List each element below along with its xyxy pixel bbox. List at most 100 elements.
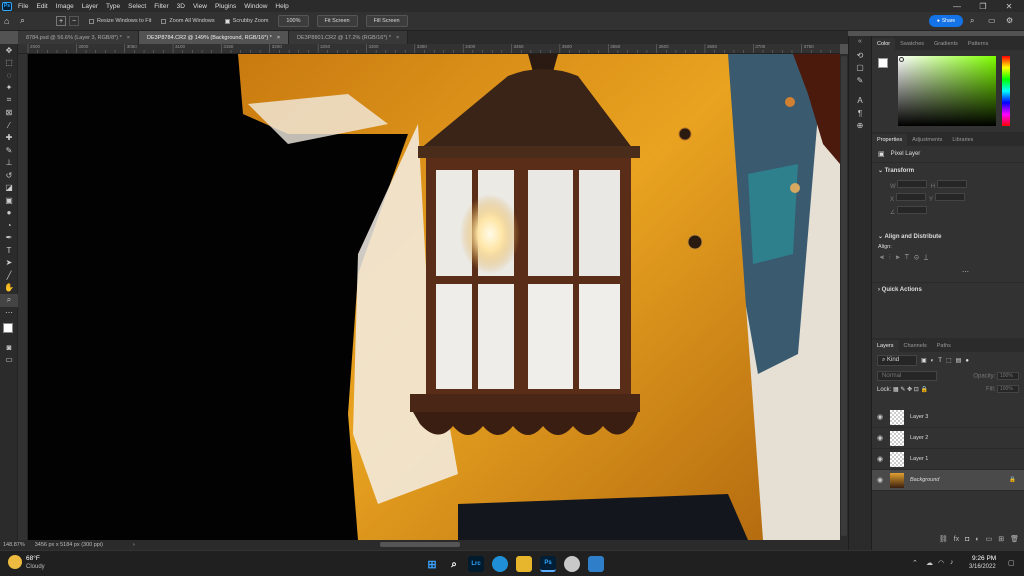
tab-libraries[interactable]: Libraries	[947, 134, 978, 146]
app-icon[interactable]	[564, 556, 580, 572]
tab-adjustments[interactable]: Adjustments	[907, 134, 947, 146]
align-center-icon[interactable]: ⫶	[889, 254, 896, 261]
tab-swatches[interactable]: Swatches	[895, 38, 929, 50]
close-tab-icon[interactable]: ×	[396, 35, 399, 41]
blend-mode-select[interactable]: Normal	[877, 371, 937, 381]
fit-screen-button[interactable]: Fit Screen	[316, 15, 358, 27]
clock-date[interactable]: 3/16/2022	[969, 564, 996, 570]
add-mask-icon[interactable]: ◘	[965, 536, 969, 543]
menu-3d[interactable]: 3D	[177, 3, 185, 10]
frame-tool-icon[interactable]: ⊠	[0, 107, 18, 120]
menu-edit[interactable]: Edit	[36, 3, 47, 10]
pen-tool-icon[interactable]: ✒	[0, 232, 18, 245]
healing-brush-tool-icon[interactable]: ✚	[0, 132, 18, 145]
more-tools-icon[interactable]: ⋯	[0, 307, 18, 320]
menu-image[interactable]: Image	[56, 3, 74, 10]
layer-kind-filter[interactable]: ⌕ Kind	[877, 355, 917, 366]
align-left-icon[interactable]: ⫷	[880, 254, 889, 261]
eye-icon[interactable]: ◉	[872, 455, 888, 463]
photoshop-logo[interactable]: Ps	[2, 1, 12, 11]
filter-pixel-icon[interactable]: ▣	[921, 357, 927, 364]
crop-tool-icon[interactable]: ⌗	[0, 94, 18, 107]
quick-actions-section-title[interactable]: › Quick Actions	[872, 282, 1024, 297]
brush-tool-icon[interactable]: ✎	[0, 144, 18, 157]
chevron-up-icon[interactable]: ⌃	[912, 559, 918, 567]
more-options-icon[interactable]: ⋯	[872, 266, 1024, 278]
eye-icon[interactable]: ◉	[872, 434, 888, 442]
menu-filter[interactable]: Filter	[154, 3, 168, 10]
menu-view[interactable]: View	[193, 3, 207, 10]
collapse-arrows-icon[interactable]: «	[849, 36, 871, 49]
tab-properties[interactable]: Properties	[872, 134, 908, 146]
settings-icon[interactable]: ⚙	[1006, 16, 1013, 25]
search-icon[interactable]: ⌕	[446, 556, 462, 572]
color-picker-cursor[interactable]	[899, 57, 904, 62]
menu-help[interactable]: Help	[275, 3, 288, 10]
foreground-color-swatch[interactable]	[3, 323, 13, 333]
lock-paint-icon[interactable]: ✎	[900, 387, 905, 393]
angle-field[interactable]	[897, 206, 928, 214]
cloud-icon[interactable]: ☁	[926, 559, 933, 567]
zoom-in-icon[interactable]: +	[56, 16, 66, 26]
filter-toggle-icon[interactable]: ●	[965, 358, 969, 364]
menu-select[interactable]: Select	[128, 3, 146, 10]
align-right-icon[interactable]: ⫸	[896, 254, 905, 261]
menu-file[interactable]: File	[18, 3, 28, 10]
type-tool-icon[interactable]: T	[0, 244, 18, 257]
hue-slider[interactable]	[1002, 56, 1010, 126]
line-tool-icon[interactable]: ╱	[0, 269, 18, 282]
blur-tool-icon[interactable]: ●	[0, 207, 18, 220]
search-icon[interactable]: ⌕	[970, 16, 974, 26]
speaker-icon[interactable]: ♪	[950, 559, 954, 566]
y-field[interactable]	[934, 193, 965, 201]
lock-move-icon[interactable]: ✥	[907, 387, 912, 393]
lasso-tool-icon[interactable]: ◌	[0, 69, 18, 82]
close-tab-icon[interactable]: ×	[127, 35, 130, 41]
lock-pixels-icon[interactable]: ▦	[893, 387, 899, 393]
workspace-icon[interactable]: ▭	[988, 16, 996, 25]
adjustment-layer-icon[interactable]: ◐	[975, 536, 979, 543]
tab-channels[interactable]: Channels	[899, 340, 932, 352]
hand-tool-icon[interactable]: ✋	[0, 282, 18, 295]
vertical-scroll-thumb[interactable]	[841, 56, 847, 536]
transform-section-title[interactable]: ⌄ Transform	[872, 163, 1024, 178]
tab-document-1[interactable]: 8784.psd @ 56.6% (Layer 3, RGB/8*) * ×	[18, 31, 139, 44]
gradient-tool-icon[interactable]: ▣	[0, 194, 18, 207]
comments-panel-icon[interactable]: ▢	[849, 62, 871, 75]
history-panel-icon[interactable]: ⟲	[849, 49, 871, 62]
move-tool-icon[interactable]: ✥	[0, 44, 18, 57]
filter-type-icon[interactable]: T	[938, 358, 942, 364]
tab-document-2[interactable]: DE3P8784.CR2 @ 149% (Background, RGB/16*…	[139, 31, 290, 44]
foreground-color-swatch[interactable]	[878, 58, 888, 68]
zoom-tool-icon[interactable]: ⌕	[0, 294, 18, 307]
path-selection-tool-icon[interactable]: ➤	[0, 257, 18, 270]
home-icon[interactable]: ⌂	[4, 16, 9, 26]
notifications-icon[interactable]: ▢	[1008, 559, 1015, 567]
zoom-tool-icon[interactable]: ⌕	[20, 15, 25, 26]
tool-presets-panel-icon[interactable]: ⊕	[849, 120, 871, 133]
menu-plugins[interactable]: Plugins	[215, 3, 236, 10]
scrubby-zoom-checkbox[interactable]: Scrubby Zoom	[224, 18, 268, 24]
windows-start-icon[interactable]: ⊞	[424, 556, 440, 572]
filter-smart-icon[interactable]: ▤	[956, 357, 962, 364]
tab-patterns[interactable]: Patterns	[963, 38, 993, 50]
tab-paths[interactable]: Paths	[932, 340, 956, 352]
document-canvas[interactable]	[28, 54, 840, 540]
filter-shape-icon[interactable]: ⬚	[946, 357, 952, 364]
menu-type[interactable]: Type	[106, 3, 120, 10]
layer-row-layer-1[interactable]: ◉ Layer 1	[872, 449, 1024, 470]
fx-icon[interactable]: fx	[954, 536, 959, 543]
color-swatches[interactable]	[0, 319, 17, 341]
zoom-level[interactable]: 148.87%	[3, 542, 25, 548]
new-group-icon[interactable]: ▭	[986, 535, 993, 543]
delete-layer-icon[interactable]: 🗑	[1010, 535, 1019, 543]
layer-row-background[interactable]: ◉ Background 🔒	[872, 470, 1024, 491]
tab-gradients[interactable]: Gradients	[929, 38, 963, 50]
screen-mode-icon[interactable]: ▭	[0, 354, 18, 367]
lightroom-classic-icon[interactable]: Lrc	[468, 556, 484, 572]
x-field[interactable]	[895, 193, 926, 201]
align-top-icon[interactable]: ⊤	[905, 254, 915, 261]
marquee-tool-icon[interactable]: ⬚	[0, 57, 18, 70]
quick-mask-icon[interactable]: ◙	[0, 341, 18, 354]
zoom-all-windows-checkbox[interactable]: Zoom All Windows	[161, 18, 215, 24]
